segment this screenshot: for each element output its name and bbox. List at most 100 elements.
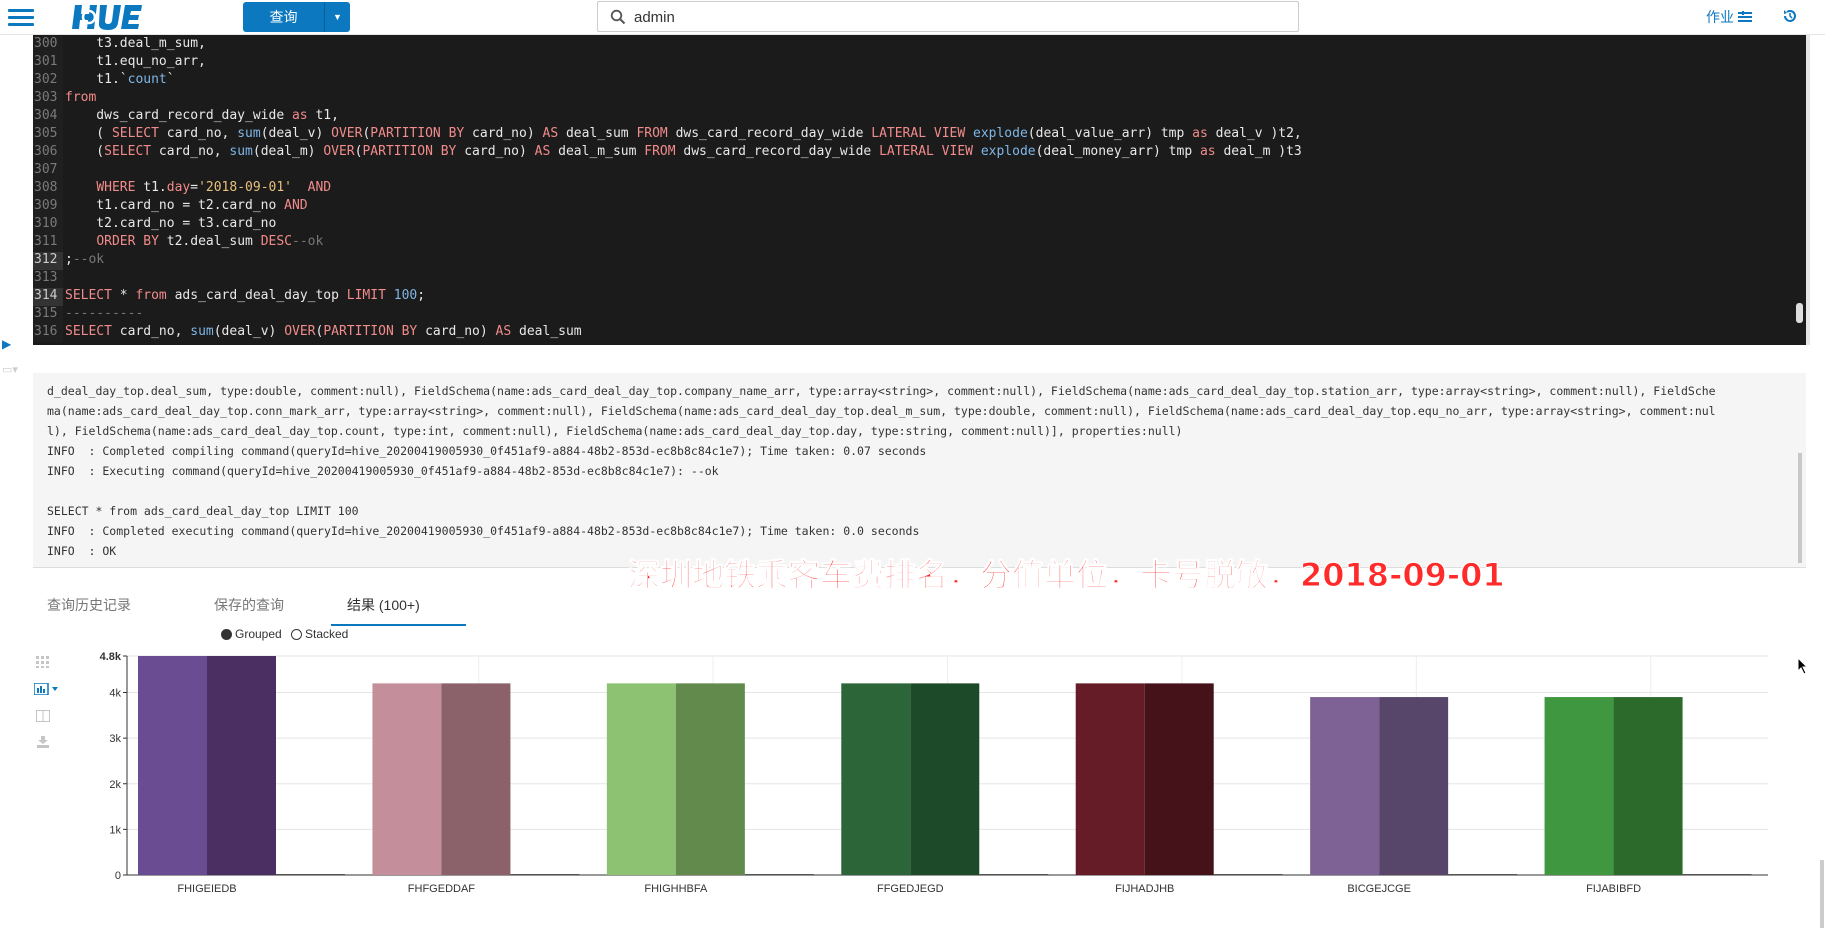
code-line[interactable]: 304 dws_card_record_day_wide as t1,	[33, 108, 1806, 126]
log-line: INFO : OK	[47, 544, 117, 558]
editor-scrollbar-track[interactable]	[1806, 35, 1810, 345]
line-number: 303	[33, 90, 63, 108]
tab-results[interactable]: 结果 (100+)	[331, 590, 466, 626]
line-number: 302	[33, 72, 63, 90]
x-tick-label: FIJABIBFD	[1586, 883, 1641, 895]
code-line[interactable]: 315 ----------	[33, 306, 1806, 324]
code-line[interactable]: 301 t1.equ_no_arr,	[33, 54, 1806, 72]
code-line[interactable]: 316 SELECT card_no, sum(deal_v) OVER(PART…	[33, 324, 1806, 342]
bar	[372, 683, 442, 875]
log-scrollbar[interactable]	[1798, 453, 1802, 563]
bar	[910, 683, 980, 875]
code-line[interactable]: 305 ( SELECT card_no, sum(deal_v) OVER(P…	[33, 126, 1806, 144]
code-line[interactable]: 312 ;--ok	[33, 252, 1806, 270]
code-line[interactable]: 310 t2.card_no = t3.card_no	[33, 216, 1806, 234]
bar	[841, 683, 911, 875]
tab-saved-queries[interactable]: 保存的查询	[214, 590, 284, 626]
jobs-list-icon	[1738, 11, 1752, 22]
search-box[interactable]	[597, 1, 1299, 32]
code-line[interactable]: 306 (SELECT card_no, sum(deal_m) OVER(PA…	[33, 144, 1806, 162]
result-tabs: 查询历史记录 保存的查询 结果 (100+)	[33, 590, 1806, 626]
bar	[606, 683, 676, 875]
line-number: 307	[33, 162, 63, 180]
y-tick-label: 3k	[109, 733, 121, 745]
code-text: t3.deal_m_sum,	[65, 36, 206, 51]
jobs-link[interactable]: 作业	[1706, 7, 1752, 27]
code-line[interactable]: 303 from	[33, 90, 1806, 108]
run-play-icon[interactable]: ▶	[2, 337, 11, 351]
query-dropdown-button[interactable]: 查询 ▼	[243, 2, 350, 32]
x-tick-label: FHIGEIEDB	[177, 883, 236, 895]
y-tick-label: 4k	[109, 688, 121, 700]
bar	[138, 656, 207, 875]
code-text: t2.card_no = t3.card_no	[65, 216, 277, 231]
line-number: 309	[33, 198, 63, 216]
line-number: 300	[33, 36, 63, 54]
search-input[interactable]	[634, 6, 1234, 28]
code-line[interactable]: 311 ORDER BY t2.deal_sum DESC--ok	[33, 234, 1806, 252]
line-number: 305	[33, 126, 63, 144]
log-line: SELECT * from ads_card_deal_day_top LIMI…	[47, 504, 359, 518]
sql-code-editor[interactable]: 300 t3.deal_m_sum, 301 t1.equ_no_arr, 302 …	[33, 35, 1806, 345]
x-tick-label: FIJHADJHB	[1115, 883, 1174, 895]
code-line[interactable]: 307	[33, 162, 1806, 180]
y-tick-label: 1k	[109, 824, 121, 836]
grid-view-icon[interactable]	[34, 656, 52, 674]
code-text: t1.`count`	[65, 72, 175, 87]
caret-down-icon[interactable]: ▼	[325, 2, 350, 32]
download-icon[interactable]	[34, 736, 52, 754]
bar	[1213, 874, 1283, 875]
log-line: INFO : Executing command(queryId=hive_20…	[47, 464, 719, 478]
bar	[744, 874, 814, 875]
query-log-panel: d_deal_day_top.deal_sum, type:double, co…	[33, 373, 1806, 568]
bar	[1613, 697, 1683, 875]
code-text: ;--ok	[65, 252, 105, 267]
y-tick-label: 2k	[109, 779, 121, 791]
log-line: d_deal_day_top.deal_sum, type:double, co…	[47, 384, 1716, 398]
code-line[interactable]: 302 t1.`count`	[33, 72, 1806, 90]
snippet-menu-icon[interactable]: ▭▾	[2, 363, 18, 376]
code-text: dws_card_record_day_wide as t1,	[65, 108, 339, 123]
code-line[interactable]: 314 SELECT * from ads_card_deal_day_top L…	[33, 288, 1806, 306]
code-line[interactable]: 308 WHERE t1.day='2018-09-01' AND	[33, 180, 1806, 198]
bar	[510, 874, 580, 875]
bar	[441, 683, 511, 875]
bar	[1310, 697, 1380, 875]
bar	[276, 874, 345, 875]
column-toggle-icon[interactable]	[34, 710, 52, 728]
line-number: 308	[33, 180, 63, 198]
bar-chart: Grouped Stacked 0 1k 2k 3k 4k 4.8k FHIGEIEDB FH…	[70, 627, 1790, 927]
page-scrollbar[interactable]	[1820, 860, 1824, 928]
tab-query-history[interactable]: 查询历史记录	[47, 590, 131, 626]
bar	[1075, 683, 1145, 875]
x-tick-label: FFGEDJEGD	[877, 883, 944, 895]
code-line[interactable]: 313	[33, 270, 1806, 288]
query-button-label[interactable]: 查询	[243, 2, 325, 32]
bar	[1448, 874, 1518, 875]
bar-chart-icon[interactable]	[33, 682, 64, 701]
hamburger-menu-icon[interactable]	[8, 6, 34, 28]
editor-scroll-thumb[interactable]	[1796, 303, 1803, 323]
bar	[1544, 697, 1614, 875]
hue-logo[interactable]	[70, 2, 170, 32]
code-text: SELECT card_no, sum(deal_v) OVER(PARTITI…	[65, 324, 582, 339]
line-number: 301	[33, 54, 63, 72]
code-text: ----------	[65, 306, 144, 321]
bar	[979, 874, 1049, 875]
top-navigation-bar: 查询 ▼ 作业	[0, 0, 1825, 35]
x-tick-label: BICGEJCGE	[1347, 883, 1411, 895]
line-number: 316	[33, 324, 63, 342]
code-text: ( SELECT card_no, sum(deal_v) OVER(PARTI…	[65, 126, 1302, 141]
code-line[interactable]: 300 t3.deal_m_sum,	[33, 36, 1806, 54]
jobs-label: 作业	[1706, 9, 1734, 25]
code-line[interactable]: 309 t1.card_no = t2.card_no AND	[33, 198, 1806, 216]
log-line: ma(name:ads_card_deal_day_top.conn_mark_…	[47, 404, 1716, 418]
code-text: (SELECT card_no, sum(deal_m) OVER(PARTIT…	[65, 144, 1302, 159]
mouse-cursor-icon	[1797, 657, 1809, 675]
history-icon[interactable]	[1782, 8, 1798, 24]
line-number: 310	[33, 216, 63, 234]
x-tick-label: FHFGEDDAF	[408, 883, 476, 895]
bar	[1144, 683, 1214, 875]
bar	[207, 656, 276, 875]
